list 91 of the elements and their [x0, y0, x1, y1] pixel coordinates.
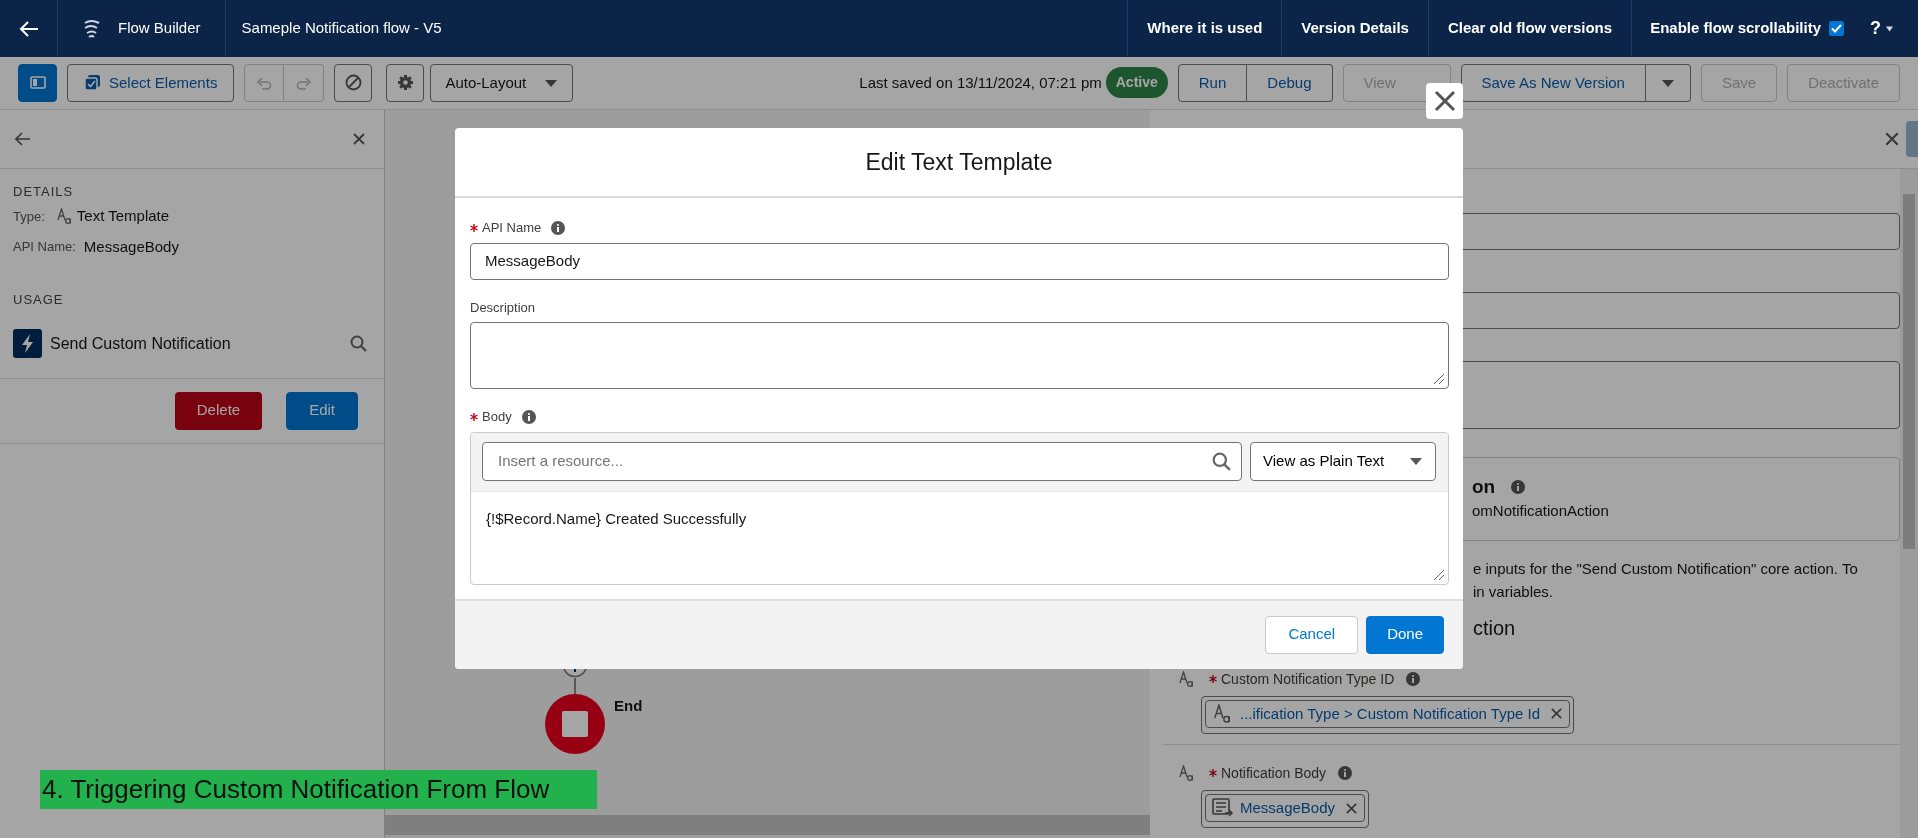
undo-icon [256, 74, 273, 91]
close-icon [352, 131, 366, 146]
stop-icon [545, 693, 605, 754]
field-value: MessageBody [83, 236, 179, 257]
text-type-icon [1179, 670, 1195, 688]
panel-toggle-button[interactable] [18, 63, 57, 102]
dropdown-button[interactable] [1645, 63, 1691, 102]
resize-grip-icon [1433, 373, 1445, 385]
close-icon [1550, 707, 1563, 721]
card-subtitle: omNotificationAction [1472, 500, 1610, 521]
settings-icon [396, 74, 414, 92]
layout-dropdown[interactable]: Auto-Layout [430, 63, 574, 102]
remove-button[interactable] [1345, 801, 1359, 815]
connector-line [574, 677, 576, 694]
flow-icon [82, 18, 102, 39]
split-button[interactable]: Save As New Version [1460, 63, 1646, 102]
text-area[interactable] [470, 322, 1449, 389]
edit-button[interactable]: Edit [286, 391, 358, 430]
text-template-icon [56, 207, 73, 225]
text-editor[interactable]: {!$Record.Name} Created Successfully [471, 491, 1448, 584]
action-button[interactable]: Debug [1247, 63, 1333, 102]
input-field[interactable]: ...ification Type > Custom Notification Type Id [1201, 695, 1574, 734]
usage-item[interactable]: Send Custom Notification [50, 331, 231, 356]
checkbox[interactable] [1829, 21, 1844, 36]
disable-button[interactable] [334, 63, 373, 102]
close-icon [1884, 130, 1900, 147]
caret-icon [1409, 456, 1423, 466]
field-label: Type: [13, 207, 45, 226]
field-label: Description [470, 298, 536, 317]
help-text: in variables. [1473, 581, 1555, 602]
resize-grip-icon [1433, 568, 1445, 581]
info-icon [1338, 766, 1353, 781]
help-text: e inputs for the "Send Custom Notification" core action. To [1473, 558, 1859, 579]
app-name: Flow Builder [118, 18, 201, 39]
text-type-icon [1179, 764, 1195, 782]
close-button[interactable] [1426, 83, 1463, 119]
section-heading: DETAILS [13, 182, 75, 201]
field-label: Custom Notification Type ID [1221, 669, 1395, 689]
info-icon [1406, 672, 1421, 686]
remove-button[interactable] [1550, 707, 1563, 721]
back-icon [15, 131, 31, 146]
field-value: Text Template [76, 206, 170, 226]
status-badge: Active [1105, 67, 1168, 99]
caret-icon [1660, 77, 1675, 88]
caret-icon [544, 77, 559, 88]
last-saved-text: Last saved on 13/11/2024, 07:21 pm [859, 72, 1102, 93]
redo-icon [295, 74, 312, 91]
search-field[interactable]: Insert a resource... [482, 441, 1242, 481]
close-button[interactable] [352, 131, 366, 146]
top-link[interactable]: Clear old flow versions [1428, 17, 1632, 40]
caret-icon [1885, 25, 1894, 32]
input-field[interactable]: MessageBody [470, 242, 1449, 280]
close-icon [1345, 801, 1359, 815]
view-mode-dropdown[interactable]: View as Plain Text [1250, 441, 1436, 481]
action-button[interactable]: Run [1177, 63, 1248, 102]
card-title: on [1472, 475, 1496, 498]
field-label: API Name: [13, 238, 76, 256]
prohibited-icon [344, 74, 362, 92]
scrollability-label: Enable flow scrollability [1650, 18, 1821, 39]
field-label: API Name [482, 219, 542, 237]
back-button[interactable] [15, 131, 31, 146]
search-button[interactable] [350, 335, 367, 352]
search-icon [1212, 451, 1231, 471]
done-button[interactable]: Done [1366, 615, 1444, 654]
cancel-button[interactable]: Cancel [1265, 615, 1359, 654]
pill-text: MessageBody [1240, 797, 1336, 818]
lightning-icon [13, 329, 42, 358]
close-button[interactable] [1884, 130, 1900, 147]
field-label: Body [482, 408, 512, 426]
back-icon [18, 19, 39, 38]
caption-banner: 4. Triggering Custom Notification From Flow [40, 770, 597, 809]
dialog-title: Edit Text Template [865, 147, 1053, 177]
info-icon [1511, 479, 1526, 494]
panel-icon [29, 76, 46, 90]
delete-button[interactable]: Delete [174, 391, 263, 430]
search-icon [350, 335, 367, 352]
top-link[interactable]: Where it is used [1128, 17, 1282, 40]
help-button[interactable]: ? [1870, 15, 1894, 42]
field-label: Notification Body [1221, 763, 1327, 783]
checkbox-stack-icon [84, 74, 101, 92]
close-icon [1433, 90, 1456, 112]
settings-button[interactable] [386, 63, 425, 102]
template-icon [1212, 798, 1234, 818]
resource-pill[interactable]: ...ification Type > Custom Notification Type Id [1205, 699, 1570, 728]
section-heading: USAGE [13, 291, 65, 309]
node-label: End [614, 695, 643, 716]
top-link[interactable]: Version Details [1282, 17, 1428, 40]
pill-text: ...ification Type > Custom Notification Type Id [1240, 703, 1540, 724]
section-title: ction [1473, 615, 1517, 641]
select-elements-button[interactable]: Select Elements [67, 63, 235, 102]
flow-title: Sameple Notification flow - V5 [241, 18, 442, 39]
